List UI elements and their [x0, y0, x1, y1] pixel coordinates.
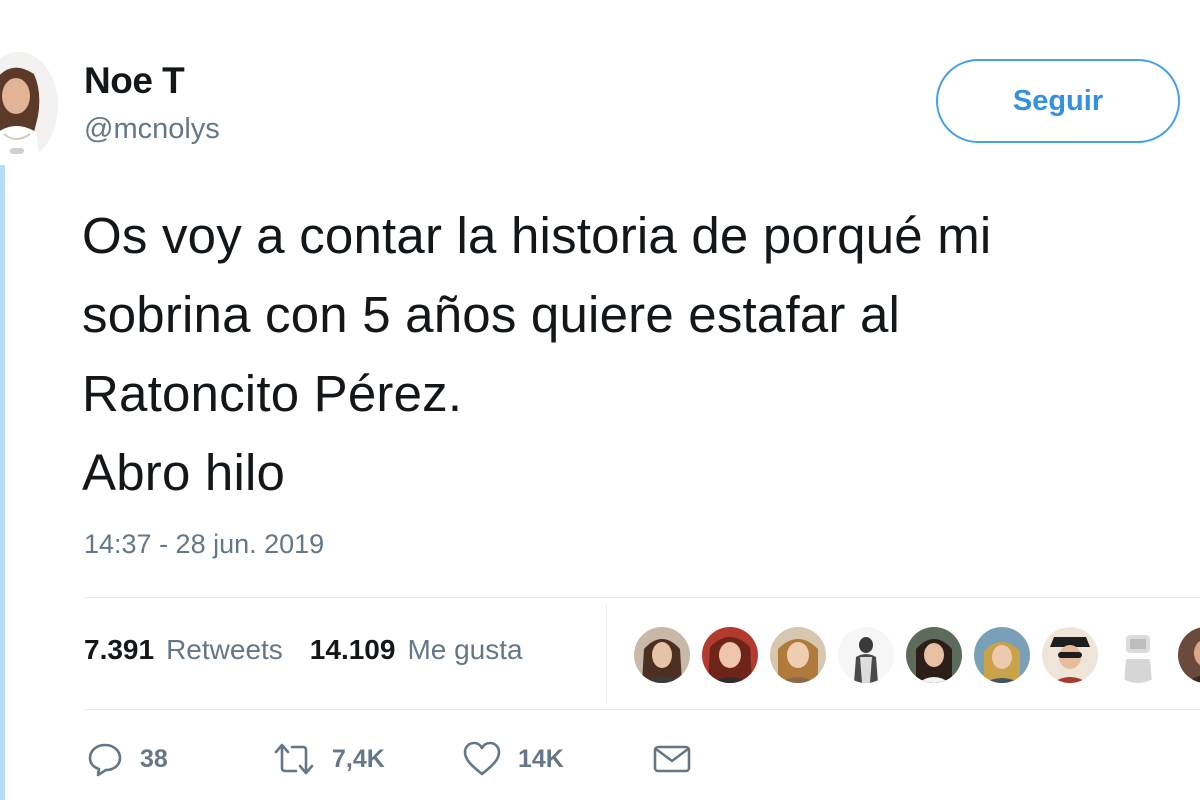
- divider: [84, 709, 1200, 710]
- author-avatar[interactable]: [0, 52, 58, 160]
- like-button[interactable]: 14K: [462, 740, 564, 778]
- liker-avatar[interactable]: [906, 627, 962, 683]
- tweet-text: Os voy a contar la historia de porqué mi…: [82, 196, 1200, 512]
- liker-avatar[interactable]: [1110, 627, 1166, 683]
- retweets-count: 7.391: [84, 634, 155, 665]
- liker-avatar[interactable]: [634, 627, 690, 683]
- liker-avatar[interactable]: [702, 627, 758, 683]
- thread-line: [0, 165, 5, 800]
- heart-icon: [462, 740, 502, 778]
- author-handle[interactable]: @mcnolys: [84, 113, 220, 146]
- reply-count: 38: [140, 744, 168, 773]
- envelope-icon: [652, 740, 692, 778]
- like-count: 14K: [518, 744, 564, 773]
- follow-button[interactable]: Seguir: [936, 59, 1180, 143]
- tweet-text-line: Ratoncito Pérez.: [82, 365, 463, 422]
- author-name[interactable]: Noe T: [84, 60, 185, 102]
- retweet-icon: [272, 740, 316, 778]
- liker-avatar[interactable]: [1042, 627, 1098, 683]
- retweet-count: 7,4K: [332, 744, 385, 773]
- reply-icon: [86, 740, 124, 778]
- tweet-stats: 7.391 Retweets 14.109 Me gusta: [84, 634, 550, 666]
- retweet-button[interactable]: 7,4K: [272, 740, 385, 778]
- tweet-text-line: sobrina con 5 años quiere estafar al: [82, 286, 901, 343]
- divider: [84, 597, 1200, 598]
- tweet-page: Noe T @mcnolys Seguir Os voy a contar la…: [0, 0, 1200, 800]
- direct-message-button[interactable]: [652, 740, 692, 778]
- liker-avatar[interactable]: [1178, 627, 1200, 683]
- likes-label: Me gusta: [407, 634, 523, 665]
- likes-count: 14.109: [309, 634, 396, 665]
- liker-avatar[interactable]: [838, 627, 894, 683]
- liker-avatar[interactable]: [974, 627, 1030, 683]
- liker-avatar[interactable]: [770, 627, 826, 683]
- stats-separator: [606, 604, 607, 704]
- tweet-timestamp[interactable]: 14:37 - 28 jun. 2019: [84, 529, 324, 560]
- reply-button[interactable]: 38: [86, 740, 168, 778]
- retweets-label: Retweets: [166, 634, 283, 665]
- retweets-stat[interactable]: 7.391 Retweets: [84, 634, 283, 666]
- tweet-text-line: Os voy a contar la historia de porqué mi: [82, 207, 992, 264]
- likes-stat[interactable]: 14.109 Me gusta: [310, 634, 523, 666]
- tweet-text-line: Abro hilo: [82, 444, 286, 501]
